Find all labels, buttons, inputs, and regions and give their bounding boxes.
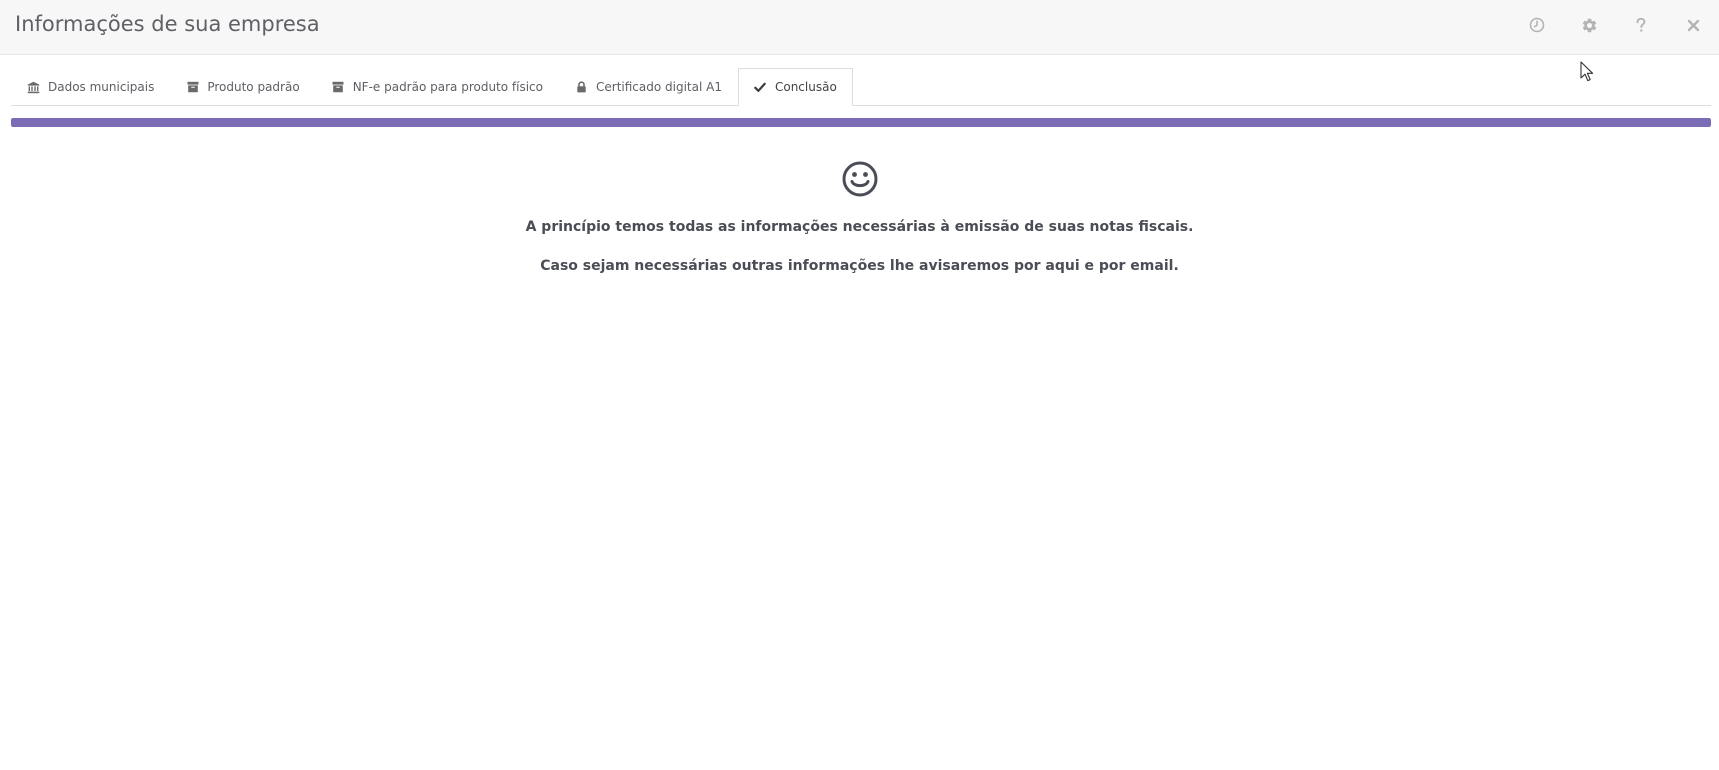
archive-icon [186,81,199,94]
tab-label: NF-e padrão para produto físico [352,80,543,94]
window-title: Informações de sua empresa [15,12,320,36]
window-header: Informações de sua empresa [0,0,1719,55]
tab-dados-municipais[interactable]: Dados municipais [11,68,170,105]
tab-conclusao[interactable]: Conclusão [737,68,853,106]
tab-nfe-padrao[interactable]: NF-e padrão para produto físico [316,68,559,105]
gear-icon[interactable] [1563,12,1615,38]
tab-label: Conclusão [774,80,837,94]
wizard-progress-bar [11,118,1711,127]
conclusion-message: A princípio temos todas as informações n… [525,219,1194,235]
tab-label: Dados municipais [48,80,155,94]
lock-icon [575,81,588,94]
wizard-tabs: Dados municipais Produto padrão NF-e pad… [11,68,1711,106]
mouse-cursor-icon [1580,61,1594,82]
conclusion-panel: A princípio temos todas as informações n… [0,160,1719,274]
bank-icon [27,81,40,94]
check-icon [754,81,767,94]
tab-label: Certificado digital A1 [596,80,722,94]
archive-icon [332,81,345,94]
close-icon[interactable] [1667,12,1719,38]
tab-certificado-digital[interactable]: Certificado digital A1 [559,68,738,105]
smile-icon [841,160,879,198]
progress-fill [11,118,1711,127]
question-icon[interactable] [1615,12,1667,38]
header-actions [1511,12,1719,38]
clock-icon[interactable] [1511,12,1563,38]
company-info-window: Informações de sua empresa Dados municip… [0,0,1719,770]
tab-produto-padrao[interactable]: Produto padrão [170,68,315,105]
tab-label: Produto padrão [207,80,300,94]
notification-message: Caso sejam necessárias outras informaçõe… [540,258,1179,274]
